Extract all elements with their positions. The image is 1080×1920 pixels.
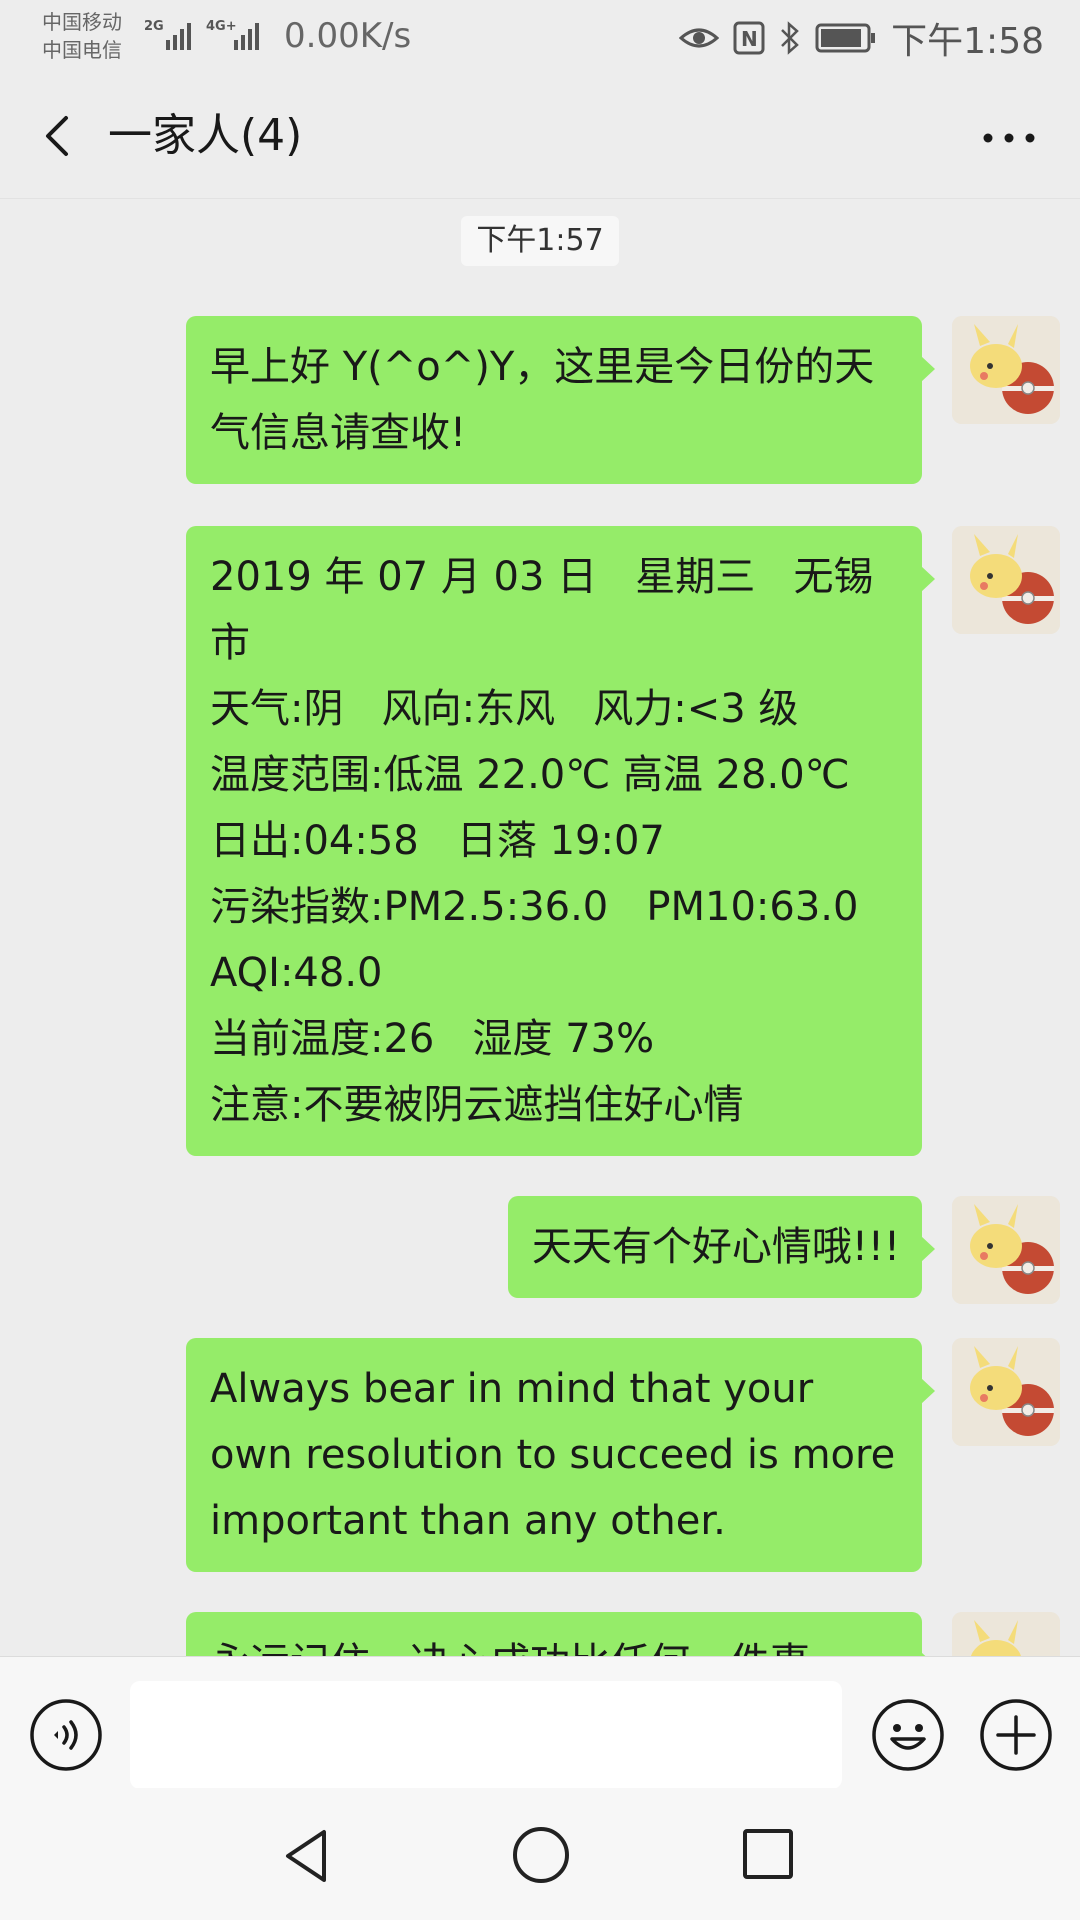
avatar-image (952, 1612, 1060, 1656)
status-time: 下午1:58 (891, 21, 1044, 62)
avatar-image (952, 1196, 1060, 1304)
status-right: N 下午1:58 (679, 14, 1044, 62)
message-bubble[interactable]: 早上好 Y(^o^)Y，这里是今日份的天气信息请查收! (186, 316, 935, 484)
battery-icon (815, 23, 876, 53)
carrier-info: 中国移动 中国电信 (42, 8, 122, 64)
message-timestamp: 下午1:57 (461, 216, 619, 266)
message-bubble[interactable]: 永远记住，决心成功比任何一件事 (186, 1612, 935, 1656)
nfc-label: N (741, 27, 758, 51)
message-row: 早上好 Y(^o^)Y，这里是今日份的天气信息请查收! (186, 316, 1060, 484)
more-icon[interactable] (974, 108, 1044, 168)
system-nav-bar (0, 1788, 1080, 1920)
chat-header: 一家人(4) (0, 76, 1080, 199)
input-bar (0, 1656, 1080, 1789)
chat-title: 一家人(4) (108, 110, 303, 161)
plus-icon[interactable] (978, 1697, 1054, 1773)
avatar[interactable] (952, 1338, 1060, 1446)
avatar[interactable] (952, 316, 1060, 424)
message-bubble[interactable]: Always bear in mind that your own resolu… (186, 1338, 935, 1572)
carrier-2: 中国电信 (42, 38, 122, 62)
chat-area[interactable]: 下午1:57 早上好 Y(^o^)Y，这里是今日份的天气信息请查收! 2019 … (0, 198, 1080, 1656)
avatar[interactable] (952, 526, 1060, 634)
network-speed: 0.00K/s (284, 16, 412, 56)
message-row: 永远记住，决心成功比任何一件事 (186, 1612, 1060, 1656)
avatar[interactable] (952, 1612, 1060, 1656)
message-bubble[interactable]: 2019 年 07 月 03 日 星期三 无锡市 天气:阴 风向:东风 风力:<… (186, 526, 935, 1156)
sig1-label: 2G (144, 19, 164, 34)
signal-2g-icon: 2G (144, 19, 191, 50)
bluetooth-icon (781, 21, 799, 55)
avatar-image (952, 316, 1060, 424)
emoji-icon[interactable] (870, 1697, 946, 1773)
nav-back-icon[interactable] (280, 1826, 340, 1886)
voice-icon[interactable] (28, 1697, 104, 1773)
nfc-icon: N (733, 21, 765, 55)
avatar[interactable] (952, 1196, 1060, 1304)
message-row: Always bear in mind that your own resolu… (186, 1338, 1060, 1572)
nav-home-icon[interactable] (510, 1824, 572, 1886)
signal-4g-icon: 4G+ (206, 19, 259, 50)
avatar-image (952, 1338, 1060, 1446)
avatar-image (952, 526, 1060, 634)
status-bar: 中国移动 中国电信 2G 4G+ 0.00K/s N 下午1:58 (0, 0, 1080, 76)
back-arrow-icon[interactable] (30, 106, 90, 166)
message-row: 天天有个好心情哦!!! (507, 1196, 1060, 1304)
nav-recent-icon[interactable] (740, 1826, 796, 1882)
message-input[interactable] (130, 1681, 842, 1789)
eye-icon (679, 28, 720, 48)
message-row: 2019 年 07 月 03 日 星期三 无锡市 天气:阴 风向:东风 风力:<… (186, 526, 1060, 1156)
carrier-1: 中国移动 (42, 10, 122, 34)
message-bubble[interactable]: 天天有个好心情哦!!! (507, 1196, 936, 1298)
sig2-label: 4G+ (206, 19, 237, 34)
